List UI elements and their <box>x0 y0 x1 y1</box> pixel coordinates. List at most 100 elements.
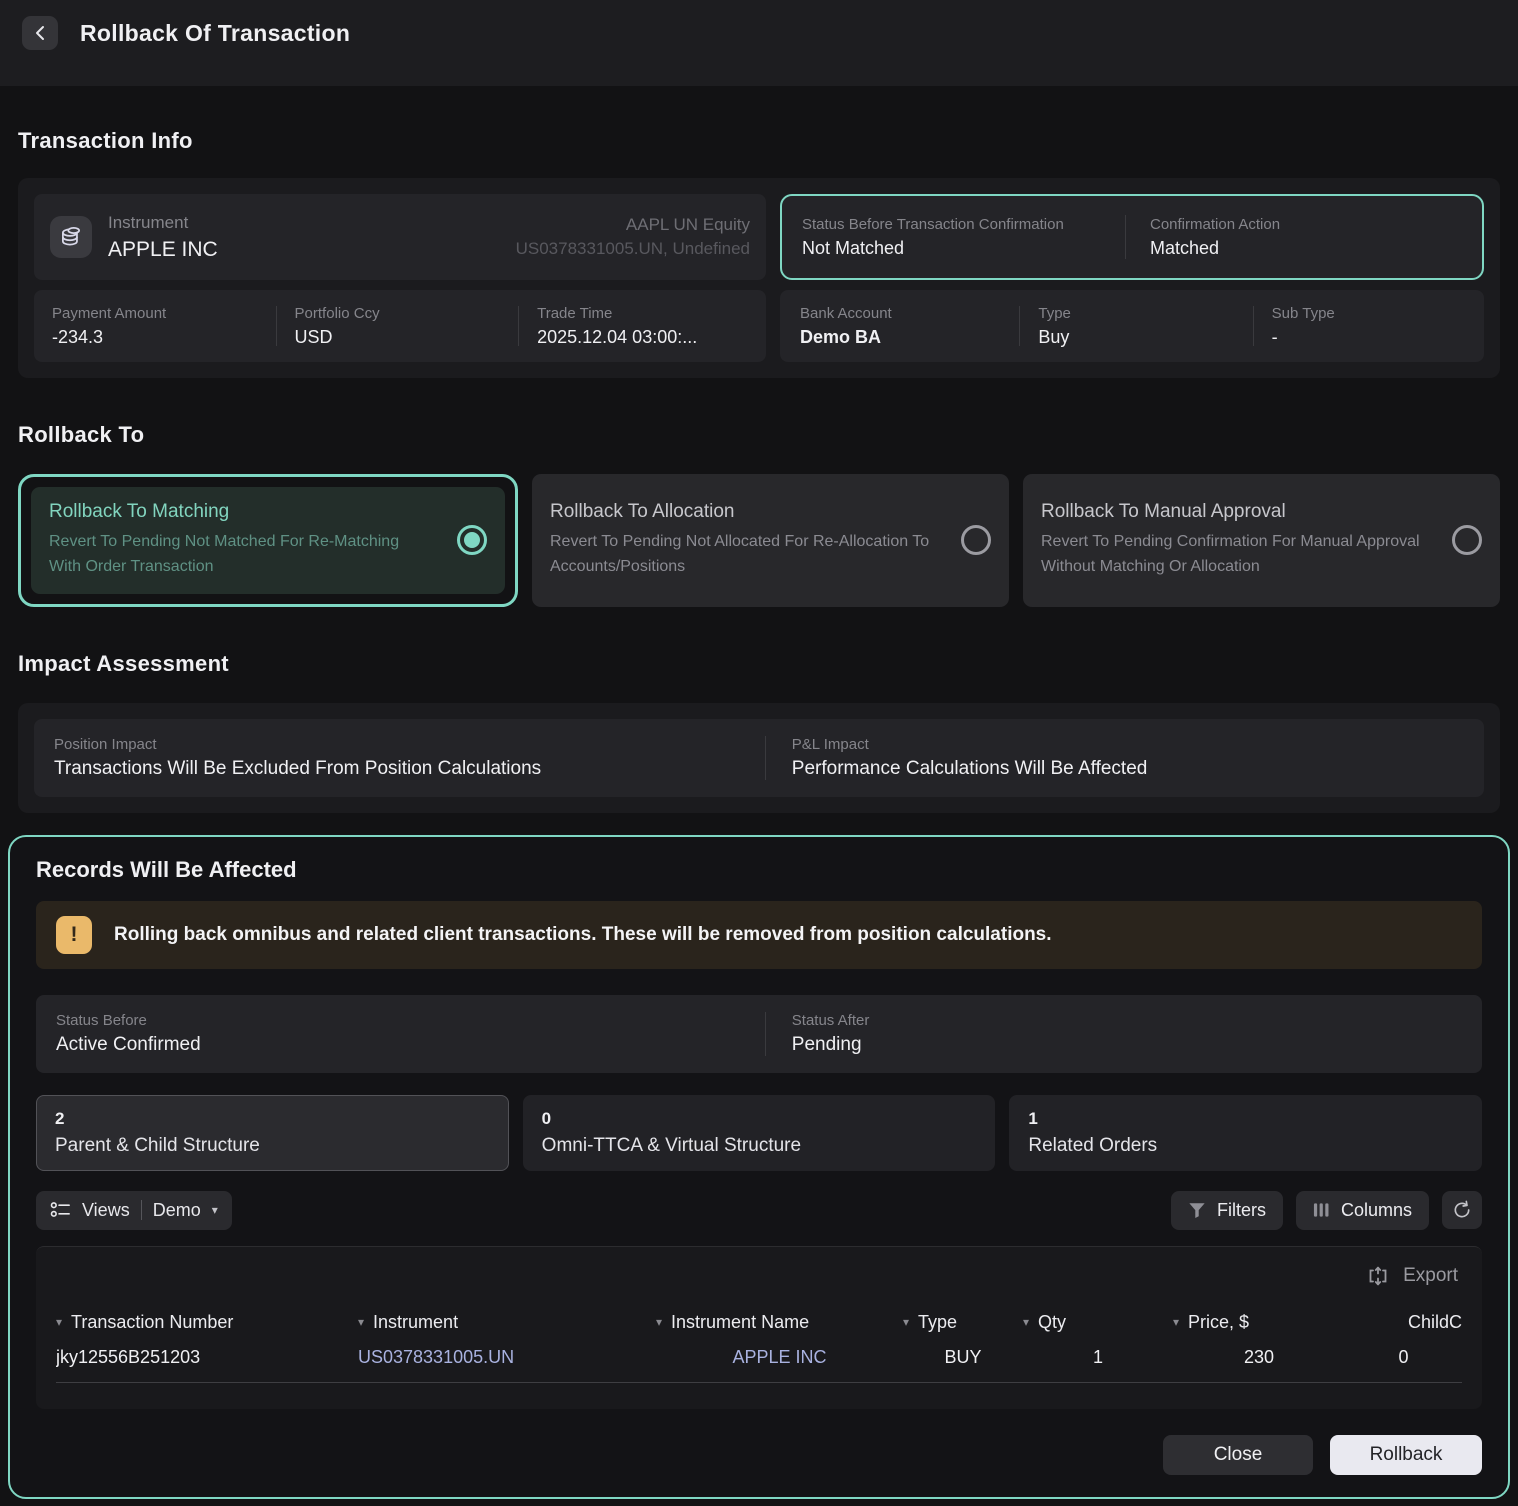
option-title: Rollback To Allocation <box>550 501 947 523</box>
option-description: Revert To Pending Not Allocated For Re-A… <box>550 530 947 580</box>
refresh-icon <box>1452 1200 1472 1220</box>
radio-unselected[interactable] <box>961 525 991 555</box>
option-rollback-to-matching[interactable]: Rollback To Matching Revert To Pending N… <box>18 474 518 607</box>
tab-parent-child-structure[interactable]: 2 Parent & Child Structure <box>36 1095 509 1171</box>
confirmation-action-label: Confirmation Action <box>1150 216 1462 233</box>
transaction-info-title: Transaction Info <box>18 128 1500 154</box>
radio-unselected[interactable] <box>1452 525 1482 555</box>
column-header-childcount[interactable]: ChildC <box>1345 1312 1462 1333</box>
type-value: Buy <box>1038 327 1234 348</box>
coins-icon <box>50 216 92 258</box>
instrument-label: Instrument <box>108 213 218 233</box>
sort-caret-icon: ▾ <box>56 1315 62 1329</box>
tab-label: Omni-TTCA & Virtual Structure <box>542 1135 977 1157</box>
payment-amount-label: Payment Amount <box>52 305 258 322</box>
cell-price: 230 <box>1173 1347 1345 1368</box>
portfolio-ccy-label: Portfolio Ccy <box>295 305 501 322</box>
impact-assessment-panel: Position Impact Transactions Will Be Exc… <box>18 703 1500 813</box>
table-header-row: ▾ Transaction Number ▾ Instrument ▾ Inst… <box>36 1302 1482 1347</box>
status-before-confirmation-label: Status Before Transaction Confirmation <box>802 216 1105 233</box>
status-before-label: Status Before <box>56 1012 745 1029</box>
filters-label: Filters <box>1217 1200 1266 1221</box>
option-description: Revert To Pending Confirmation For Manua… <box>1041 530 1438 580</box>
table-row[interactable]: jky12556B251203 US0378331005.UN APPLE IN… <box>36 1347 1482 1382</box>
warning-banner: ! Rolling back omnibus and related clien… <box>36 901 1482 969</box>
status-after-label: Status After <box>792 1012 1462 1029</box>
payment-amount-value: -234.3 <box>52 327 258 348</box>
sort-caret-icon: ▾ <box>903 1315 909 1329</box>
warning-icon: ! <box>56 916 92 954</box>
column-header-price[interactable]: ▾ Price, $ <box>1173 1312 1345 1333</box>
pnl-impact-label: P&L Impact <box>792 736 1464 753</box>
payment-details-card: Payment Amount -234.3 Portfolio Ccy USD … <box>34 290 766 362</box>
status-confirmation-card: Status Before Transaction Confirmation N… <box>780 194 1484 280</box>
table-toolbar: Views Demo ▾ Filters <box>36 1191 1482 1230</box>
bank-account-label: Bank Account <box>800 305 1001 322</box>
type-label: Type <box>1038 305 1234 322</box>
tab-label: Parent & Child Structure <box>55 1135 490 1157</box>
instrument-isin: US0378331005.UN, Undefined <box>516 239 750 259</box>
column-header-instrument-name[interactable]: ▾ Instrument Name <box>656 1312 903 1333</box>
sort-caret-icon: ▾ <box>1023 1315 1029 1329</box>
page-title: Rollback Of Transaction <box>80 16 350 50</box>
status-before-confirmation-value: Not Matched <box>802 238 1105 259</box>
instrument-ticker: AAPL UN Equity <box>516 215 750 235</box>
status-change-card: Status Before Active Confirmed Status Af… <box>36 995 1482 1073</box>
status-after-value: Pending <box>792 1034 1462 1056</box>
cell-instrument-name-link[interactable]: APPLE INC <box>656 1347 903 1368</box>
option-rollback-to-manual-approval[interactable]: Rollback To Manual Approval Revert To Pe… <box>1023 474 1500 607</box>
rollback-button[interactable]: Rollback <box>1330 1435 1482 1475</box>
instrument-value: APPLE INC <box>108 238 218 262</box>
account-details-card: Bank Account Demo BA Type Buy Sub Type - <box>780 290 1484 362</box>
position-impact-label: Position Impact <box>54 736 745 753</box>
refresh-button[interactable] <box>1442 1191 1482 1229</box>
tab-label: Related Orders <box>1028 1135 1463 1157</box>
cell-instrument-link[interactable]: US0378331005.UN <box>358 1347 656 1368</box>
trade-time-label: Trade Time <box>537 305 748 322</box>
filters-button[interactable]: Filters <box>1171 1191 1283 1230</box>
portfolio-ccy-value: USD <box>295 327 501 348</box>
top-header-bar: Rollback Of Transaction <box>0 0 1518 86</box>
column-header-qty[interactable]: ▾ Qty <box>1023 1312 1173 1333</box>
current-view-name: Demo <box>153 1200 201 1221</box>
bank-account-value: Demo BA <box>800 327 1001 348</box>
instrument-card: Instrument APPLE INC AAPL UN Equity US03… <box>34 194 766 280</box>
columns-label: Columns <box>1341 1200 1412 1221</box>
tab-count: 2 <box>55 1109 490 1129</box>
tab-related-orders[interactable]: 1 Related Orders <box>1009 1095 1482 1171</box>
divider <box>141 1200 142 1220</box>
views-label: Views <box>82 1200 130 1221</box>
option-description: Revert To Pending Not Matched For Re-Mat… <box>49 530 409 580</box>
status-before-value: Active Confirmed <box>56 1034 745 1056</box>
cell-transaction-number: jky12556B251203 <box>56 1347 358 1368</box>
views-icon <box>50 1200 71 1220</box>
records-affected-title: Records Will Be Affected <box>36 857 1482 883</box>
position-impact-value: Transactions Will Be Excluded From Posit… <box>54 758 745 780</box>
filter-icon <box>1188 1202 1206 1219</box>
columns-icon <box>1313 1202 1330 1218</box>
column-header-type[interactable]: ▾ Type <box>903 1312 1023 1333</box>
back-button[interactable] <box>22 16 58 50</box>
option-rollback-to-allocation[interactable]: Rollback To Allocation Revert To Pending… <box>532 474 1009 607</box>
cell-childcount: 0 <box>1345 1347 1462 1368</box>
option-title: Rollback To Matching <box>49 501 409 523</box>
cell-qty: 1 <box>1023 1347 1173 1368</box>
sort-caret-icon: ▾ <box>1173 1315 1179 1329</box>
impact-assessment-title: Impact Assessment <box>18 651 1500 677</box>
column-header-instrument[interactable]: ▾ Instrument <box>358 1312 656 1333</box>
radio-selected[interactable] <box>457 525 487 555</box>
column-header-transaction-number[interactable]: ▾ Transaction Number <box>56 1312 358 1333</box>
close-button[interactable]: Close <box>1163 1435 1313 1475</box>
sub-type-label: Sub Type <box>1272 305 1466 322</box>
rollback-to-title: Rollback To <box>18 422 1500 448</box>
tab-omni-ttca-virtual-structure[interactable]: 0 Omni-TTCA & Virtual Structure <box>523 1095 996 1171</box>
export-label[interactable]: Export <box>1403 1265 1458 1287</box>
sub-type-value: - <box>1272 327 1466 348</box>
columns-button[interactable]: Columns <box>1296 1191 1429 1230</box>
chevron-left-icon <box>34 25 46 41</box>
warning-text: Rolling back omnibus and related client … <box>114 924 1052 946</box>
views-selector-button[interactable]: Views Demo ▾ <box>36 1191 232 1230</box>
chevron-down-icon: ▾ <box>212 1203 218 1217</box>
confirmation-action-value: Matched <box>1150 238 1462 259</box>
export-icon[interactable] <box>1366 1264 1390 1288</box>
